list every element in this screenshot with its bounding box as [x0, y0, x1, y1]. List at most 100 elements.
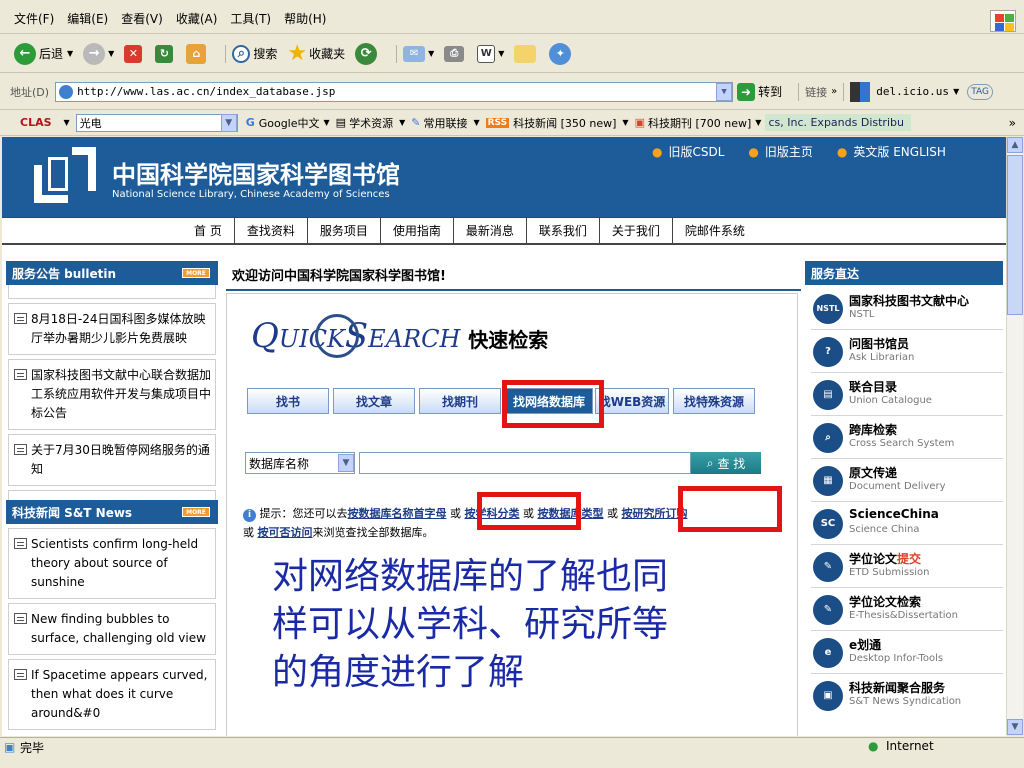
link-by-access[interactable]: 按可否访问 — [258, 526, 313, 539]
scroll-thumb[interactable] — [1007, 155, 1023, 315]
service-thesis-search[interactable]: ✎ 学位论文检索 E-Thesis&Dissertation — [811, 588, 1003, 631]
service-desktop-tools[interactable]: e e划通 Desktop Infor-Tools — [811, 631, 1003, 674]
scroll-up-icon[interactable]: ▲ — [1007, 137, 1023, 153]
toolbar-divider — [225, 44, 227, 63]
select-dropdown-icon[interactable]: ▼ — [338, 454, 354, 472]
service-ask-librarian[interactable]: ? 问图书馆员 Ask Librarian — [811, 330, 1003, 373]
address-dropdown-icon[interactable]: ▼ — [716, 82, 733, 101]
nav-about[interactable]: 关于我们 — [600, 218, 673, 243]
web-page: 中国科学院国家科学图书馆 National Science Library, C… — [2, 137, 1006, 736]
service-etd-submission[interactable]: ✎ 学位论文提交 ETD Submission — [811, 545, 1003, 588]
toolbar: ← 后退 ▼ → ▼ ✕ ↻ ⌂ ⌕ 搜索 ★ 收藏夹 ⟳ ✉ ▼ ⎙ W ▼ ✦ — [0, 35, 1024, 73]
highlight-institute-link — [678, 486, 782, 532]
bulletin-item[interactable]: 国家科技图书文献中心联合数据加工系统应用软件开发与集成项目中标公告 — [8, 359, 216, 430]
field-select[interactable]: 数据库名称 ▼ — [245, 452, 355, 474]
bulletin-more-button[interactable]: MORE — [182, 268, 210, 278]
bullet-icon: ● — [836, 145, 848, 159]
tab-find-journals[interactable]: 找期刊 — [419, 388, 501, 414]
news-icon — [14, 613, 27, 624]
service-union-catalogue[interactable]: ▤ 联合目录 Union Catalogue — [811, 373, 1003, 416]
clas-field[interactable]: 光电 ▼ — [75, 113, 238, 132]
link-by-initial[interactable]: 按数据库名称首字母 — [348, 507, 447, 520]
scroll-down-icon[interactable]: ▼ — [1007, 719, 1023, 735]
news-icon — [14, 538, 27, 549]
search-input[interactable] — [359, 452, 691, 474]
news-ticker[interactable]: cs, Inc. Expands Distribu — [765, 114, 912, 131]
link-academic[interactable]: 学术资源 — [349, 115, 393, 131]
edit-icon: ✎ — [411, 116, 421, 129]
home-button[interactable]: ⌂ — [186, 43, 209, 64]
address-input[interactable]: http://www.las.ac.cn/index_database.jsp … — [55, 81, 734, 102]
link-journal[interactable]: 科技期刊 [700 new] — [648, 115, 751, 131]
nav-services[interactable]: 服务项目 — [308, 218, 381, 243]
links-label[interactable]: 链接 — [805, 84, 827, 100]
news-icon — [14, 369, 27, 380]
menu-view[interactable]: 查看(V) — [121, 10, 163, 27]
bulletin-header: 服务公告 bulletin MORE — [6, 261, 218, 285]
service-news-syndication[interactable]: ▣ 科技新闻聚合服务 S&T News Syndication — [811, 674, 1003, 717]
welcome-heading: 欢迎访问中国科学院国家科学图书馆! — [232, 269, 446, 284]
clas-label[interactable]: CLAS — [20, 116, 52, 129]
menu-file[interactable]: 文件(F) — [14, 10, 54, 27]
back-button[interactable]: ← 后退 ▼ — [14, 42, 73, 65]
favorites-button[interactable]: ★ 收藏夹 — [287, 41, 345, 66]
news-item[interactable]: New finding bubbles to surface, challeng… — [8, 603, 216, 655]
magnifier-icon — [315, 314, 359, 358]
go-button[interactable]: ➜ 转到 — [737, 82, 782, 101]
english-link[interactable]: ● 英文版 ENGLISH — [837, 143, 946, 160]
link-google[interactable]: Google中文 — [259, 115, 320, 131]
clas-dropdown-icon[interactable]: ▼ — [220, 113, 237, 132]
refresh-button[interactable]: ↻ — [155, 44, 176, 63]
history-button[interactable]: ⟳ — [355, 42, 380, 65]
news-item[interactable]: If Spacetime appears curved, then what d… — [8, 659, 216, 730]
menu-favorites[interactable]: 收藏(A) — [176, 10, 218, 27]
addr-divider — [843, 82, 845, 101]
service-cross-search[interactable]: ⌕ 跨库检索 Cross Search System — [811, 416, 1003, 459]
nav-guide[interactable]: 使用指南 — [381, 218, 454, 243]
link-news[interactable]: 科技新闻 [350 new] — [513, 115, 616, 131]
menu-help[interactable]: 帮助(H) — [284, 10, 326, 27]
nav-contact[interactable]: 联系我们 — [527, 218, 600, 243]
tab-find-articles[interactable]: 找文章 — [333, 388, 415, 414]
link-common[interactable]: 常用联接 — [423, 115, 467, 131]
nav-mail[interactable]: 院邮件系统 — [673, 218, 757, 243]
tab-find-special[interactable]: 找特殊资源 — [673, 388, 755, 414]
forward-button[interactable]: → ▼ — [83, 42, 114, 65]
folder-button[interactable] — [514, 44, 539, 63]
tab-find-web[interactable]: 找WEB资源 — [595, 388, 669, 414]
google-icon: G — [245, 116, 255, 129]
stop-icon: ✕ — [124, 44, 143, 63]
librarian-icon: ? — [813, 337, 843, 367]
news-header: 科技新闻 S&T News MORE — [6, 500, 218, 524]
stop-button[interactable]: ✕ — [124, 44, 145, 63]
nav-find[interactable]: 查找资料 — [235, 218, 308, 243]
go-arrow-icon: ➜ — [737, 82, 756, 101]
search-button[interactable]: ⌕ 搜索 — [232, 44, 277, 63]
bulletin-item[interactable]: 8月18日-24日国科图多媒体放映厅举办暑期少儿影片免费展映 — [8, 303, 216, 355]
tag-button[interactable]: TAG — [967, 83, 993, 100]
news-item[interactable]: Scientists confirm long-held theory abou… — [8, 528, 216, 599]
mail-button[interactable]: ✉ ▼ — [403, 45, 434, 62]
old-csdl-link[interactable]: ● 旧版CSDL — [652, 143, 724, 160]
nav-home[interactable]: 首 页 — [182, 218, 235, 243]
bulletin-item[interactable]: 关于7月30日晚暂停网络服务的通知 — [8, 434, 216, 486]
nav-news[interactable]: 最新消息 — [454, 218, 527, 243]
service-document-delivery[interactable]: ▦ 原文传递 Document Delivery — [811, 459, 1003, 502]
tab-find-books[interactable]: 找书 — [247, 388, 329, 414]
catalog-icon: ▤ — [813, 380, 843, 410]
delicious-button[interactable]: del.icio.us — [876, 85, 949, 98]
site-title-en: National Science Library, Chinese Academ… — [112, 189, 390, 200]
news-more-button[interactable]: MORE — [182, 507, 210, 517]
old-home-link[interactable]: ● 旧版主页 — [748, 143, 813, 160]
vertical-scrollbar[interactable]: ▲ ▼ — [1006, 137, 1023, 735]
messenger-button[interactable]: ✦ — [549, 42, 574, 65]
menu-tools[interactable]: 工具(T) — [230, 10, 271, 27]
service-science-china[interactable]: SC ScienceChina Science China — [811, 502, 1003, 545]
menu-edit[interactable]: 编辑(E) — [67, 10, 108, 27]
service-nstl[interactable]: NSTL 国家科技图书文献中心 NSTL — [811, 287, 1003, 330]
edit-button[interactable]: W ▼ — [477, 44, 504, 63]
info-icon: i — [243, 509, 256, 522]
print-button[interactable]: ⎙ — [444, 45, 467, 62]
search-button[interactable]: ⌕ 查 找 — [691, 452, 761, 474]
back-arrow-icon: ← — [14, 42, 36, 65]
